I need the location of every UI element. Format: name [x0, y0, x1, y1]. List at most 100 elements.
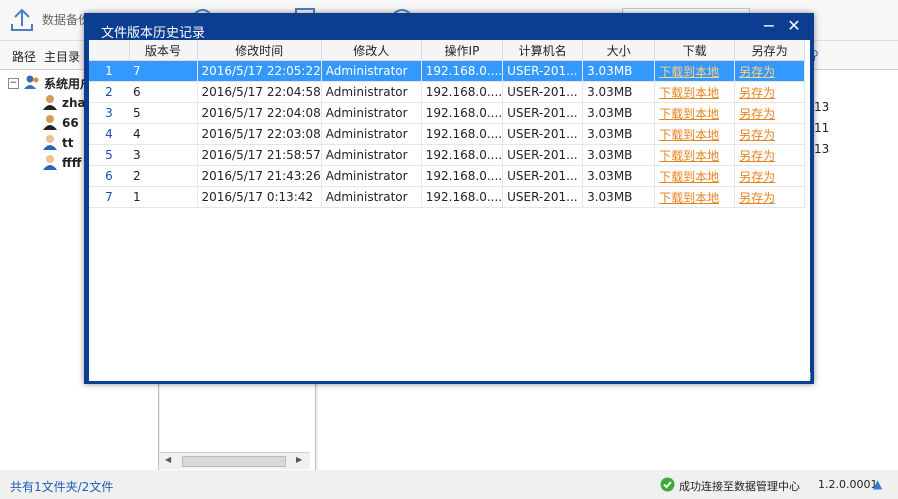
saveas-link[interactable]: 另存为	[734, 81, 806, 103]
cell-ip: 192.168.0....	[421, 186, 504, 208]
row-index: 5	[89, 144, 129, 166]
path-label: 路径	[12, 50, 37, 64]
row-index: 7	[89, 186, 129, 208]
cell-ip: 192.168.0....	[421, 81, 504, 103]
cell-version: 6	[129, 81, 198, 103]
row-index: 3	[89, 102, 129, 124]
list-item-value: 13	[814, 100, 830, 114]
table-row[interactable]: 3 5 2016/5/17 22:04:08 Administrator 192…	[89, 102, 806, 124]
cell-computer: USER-201...	[502, 102, 584, 124]
cell-ip: 192.168.0....	[421, 123, 504, 145]
cell-computer: USER-201...	[502, 165, 584, 187]
cell-version: 4	[129, 123, 198, 145]
version-label: 1.2.0.0001	[818, 478, 878, 491]
download-link[interactable]: 下载到本地	[654, 60, 736, 82]
cell-user: Administrator	[321, 186, 422, 208]
cell-ip: 192.168.0....	[421, 102, 504, 124]
col-size[interactable]: 大小	[582, 40, 656, 61]
tree-item-user[interactable]: tt	[42, 134, 73, 152]
tree-item-label: 66	[62, 116, 79, 130]
row-index: 6	[89, 165, 129, 187]
saveas-link[interactable]: 另存为	[734, 144, 806, 166]
cell-user: Administrator	[321, 123, 422, 145]
col-ip[interactable]: 操作IP	[421, 40, 504, 61]
cell-size: 3.03MB	[582, 165, 656, 187]
cell-time: 2016/5/17 21:43:26	[197, 165, 322, 187]
table-row[interactable]: 7 1 2016/5/17 0:13:42 Administrator 192.…	[89, 186, 806, 208]
tree-item-label: zha	[62, 96, 86, 110]
status-summary: 共有1文件夹/2文件	[10, 480, 114, 494]
cell-version: 1	[129, 186, 198, 208]
minimize-button[interactable]: −	[758, 16, 780, 36]
cell-version: 7	[129, 60, 198, 82]
scroll-left-icon[interactable]: ◀	[165, 455, 171, 464]
connection-status: 成功连接至数据管理中心	[679, 480, 800, 493]
saveas-link[interactable]: 另存为	[734, 186, 806, 208]
cell-time: 2016/5/17 22:03:08	[197, 123, 322, 145]
resize-grip-icon[interactable]: ⠿	[805, 373, 812, 383]
scroll-thumb[interactable]	[182, 456, 286, 467]
check-icon	[660, 477, 675, 495]
cell-time: 2016/5/17 22:05:22	[197, 60, 322, 82]
table-row[interactable]: 1 7 2016/5/17 22:05:22 Administrator 192…	[89, 60, 806, 82]
breadcrumb-root[interactable]: 主目录	[44, 48, 80, 65]
tree-root[interactable]: − 系统用户	[8, 74, 92, 92]
saveas-link[interactable]: 另存为	[734, 102, 806, 124]
col-saveas[interactable]: 另存为	[734, 40, 806, 61]
download-link[interactable]: 下载到本地	[654, 144, 736, 166]
download-link[interactable]: 下载到本地	[654, 186, 736, 208]
cell-size: 3.03MB	[582, 102, 656, 124]
cell-user: Administrator	[321, 102, 422, 124]
horizontal-scrollbar[interactable]: ◀ ▶	[160, 452, 310, 469]
cell-time: 2016/5/17 22:04:58	[197, 81, 322, 103]
cell-size: 3.03MB	[582, 81, 656, 103]
row-index: 4	[89, 123, 129, 145]
saveas-link[interactable]: 另存为	[734, 60, 806, 82]
user-avatar-icon	[42, 94, 58, 113]
cell-ip: 192.168.0....	[421, 144, 504, 166]
download-link[interactable]: 下载到本地	[654, 165, 736, 187]
cell-size: 3.03MB	[582, 60, 656, 82]
download-link[interactable]: 下载到本地	[654, 123, 736, 145]
user-group-icon	[23, 74, 41, 93]
cell-ip: 192.168.0....	[421, 60, 504, 82]
table-row[interactable]: 5 3 2016/5/17 21:58:57 Administrator 192…	[89, 144, 806, 166]
saveas-link[interactable]: 另存为	[734, 165, 806, 187]
download-link[interactable]: 下载到本地	[654, 81, 736, 103]
col-modified-time[interactable]: 修改时间	[197, 40, 322, 61]
tree-item-user[interactable]: 66	[42, 114, 79, 132]
cell-size: 3.03MB	[582, 186, 656, 208]
backup-label[interactable]: 数据备份	[42, 11, 90, 28]
tree-item-user[interactable]: zha	[42, 94, 86, 112]
table-row[interactable]: 4 4 2016/5/17 22:03:08 Administrator 192…	[89, 123, 806, 145]
cell-time: 2016/5/17 0:13:42	[197, 186, 322, 208]
cell-user: Administrator	[321, 165, 422, 187]
download-link[interactable]: 下载到本地	[654, 102, 736, 124]
tree-item-user[interactable]: ffff	[42, 154, 81, 172]
cell-version: 5	[129, 102, 198, 124]
table-row[interactable]: 2 6 2016/5/17 22:04:58 Administrator 192…	[89, 81, 806, 103]
col-modifier[interactable]: 修改人	[321, 40, 422, 61]
saveas-link[interactable]: 另存为	[734, 123, 806, 145]
col-computer[interactable]: 计算机名	[502, 40, 584, 61]
cell-computer: USER-201...	[502, 60, 584, 82]
cell-size: 3.03MB	[582, 123, 656, 145]
version-history-dialog: 文件版本历史记录 − ✕ 版本号 修改时间 修改人 操作IP 计算机名 大小 下…	[84, 13, 814, 384]
cell-user: Administrator	[321, 81, 422, 103]
cell-ip: 192.168.0....	[421, 165, 504, 187]
list-item-value: 11	[814, 121, 830, 135]
col-index	[89, 40, 130, 61]
user-avatar-icon	[42, 114, 58, 133]
cell-computer: USER-201...	[502, 123, 584, 145]
collapse-icon[interactable]: −	[8, 77, 19, 89]
col-version[interactable]: 版本号	[129, 40, 198, 61]
cell-computer: USER-201...	[502, 144, 584, 166]
upgrade-arrow-icon[interactable]: ▲	[873, 477, 882, 491]
upload-icon[interactable]	[8, 6, 36, 37]
close-button[interactable]: ✕	[783, 16, 805, 36]
list-item-value: 13	[814, 142, 830, 156]
user-avatar-icon	[42, 154, 58, 173]
scroll-right-icon[interactable]: ▶	[296, 455, 302, 464]
col-download[interactable]: 下载	[654, 40, 736, 61]
table-row[interactable]: 6 2 2016/5/17 21:43:26 Administrator 192…	[89, 165, 806, 187]
